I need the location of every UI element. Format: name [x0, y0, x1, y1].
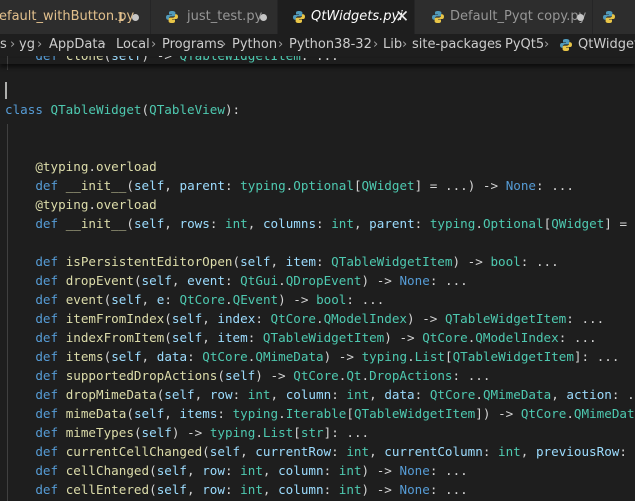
- code-line: def currentCellChanged(self, currentRow:…: [35, 444, 635, 459]
- breadcrumb-item[interactable]: Lib: [383, 34, 402, 56]
- problem-count-badge: 1: [117, 10, 125, 24]
- code-line: def mimeTypes(self) -> typing.List[str]:…: [35, 425, 370, 440]
- code-line: def event(self, e: QtCore.QEvent) -> boo…: [35, 292, 385, 307]
- python-file-icon: [432, 11, 444, 23]
- code-line: def isPersistentEditorOpen(self, item: Q…: [35, 254, 559, 269]
- chevron-right-icon: ›: [101, 37, 107, 52]
- code-line: def cellChanged(self, row: int, column: …: [35, 463, 468, 478]
- breadcrumb-item[interactable]: s: [0, 34, 7, 56]
- tab-overflow[interactable]: [593, 0, 635, 34]
- chevron-right-icon: ›: [544, 37, 550, 52]
- code-line: def __init__(self, parent: typing.Option…: [35, 178, 574, 193]
- breadcrumb-item[interactable]: AppData: [49, 34, 105, 56]
- breadcrumb-item[interactable]: yg: [19, 34, 35, 56]
- keyword-token: class: [5, 102, 43, 117]
- breadcrumb: s › yg › AppData › Local › Programs › Py…: [0, 34, 635, 56]
- code-line: def __init__(self, rows: int, columns: i…: [35, 216, 635, 231]
- breadcrumb-item[interactable]: Python: [232, 34, 277, 56]
- text-cursor: [5, 82, 7, 99]
- python-file-icon: [603, 11, 615, 23]
- chevron-right-icon: ›: [402, 37, 408, 52]
- modified-dot-icon[interactable]: [577, 14, 584, 21]
- code-line: def cellEntered(self, row: int, column: …: [35, 482, 468, 497]
- chevron-right-icon: ›: [221, 37, 227, 52]
- tab-default-with-button[interactable]: efault_withButton.py 1: [0, 0, 151, 34]
- code-line: @typing.overload: [35, 159, 157, 174]
- tab-label: QtWidgets.pyi: [311, 9, 403, 24]
- python-file-icon: [560, 39, 572, 51]
- code-line: def dropMimeData(self, row: int, column:…: [35, 387, 635, 402]
- tab-default-pyqt-copy[interactable]: Default_Pyqt copy.py: [415, 0, 593, 34]
- code-line: def mimeData(self, items: typing.Iterabl…: [35, 406, 635, 421]
- base-class-token: QTableView: [149, 102, 225, 117]
- breadcrumb-item[interactable]: Programs: [162, 34, 224, 56]
- breadcrumb-item[interactable]: Python38-32: [289, 34, 372, 56]
- breadcrumb-item[interactable]: Local: [116, 34, 150, 56]
- modified-dot-icon[interactable]: [132, 14, 139, 21]
- tab-label: efault_withButton.py: [0, 9, 135, 24]
- tab-label: Default_Pyqt copy.py: [450, 9, 587, 24]
- chevron-right-icon: ›: [494, 37, 500, 52]
- sticky-scroll-shadow: [0, 58, 635, 64]
- chevron-right-icon: ›: [151, 37, 157, 52]
- code-line: @typing.overload: [35, 197, 157, 212]
- tab-qtwidgets-pyi[interactable]: QtWidgets.pyi ✕: [278, 0, 415, 34]
- python-file-icon: [166, 11, 178, 23]
- code-line: def items(self, data: QtCore.QMimeData) …: [35, 349, 620, 364]
- code-line: def dropEvent(self, event: QtGui.QDropEv…: [35, 273, 468, 288]
- code-line: def itemFromIndex(self, index: QtCore.QM…: [35, 311, 605, 326]
- modified-dot-icon[interactable]: [260, 14, 267, 21]
- breadcrumb-item[interactable]: site-packages: [412, 34, 502, 56]
- editor-tab-bar: efault_withButton.py 1 just_test.py QtWi…: [0, 0, 635, 34]
- punct-token: ):: [224, 102, 241, 117]
- code-line: def supportedDropActions(self) -> QtCore…: [35, 368, 491, 383]
- chevron-right-icon: ›: [278, 37, 284, 52]
- class-name-token: QTableWidget: [50, 102, 142, 117]
- tab-label: just_test.py: [187, 9, 263, 24]
- code-line: def indexFromItem(self, item: QTableWidg…: [35, 330, 597, 345]
- chevron-right-icon: ›: [373, 37, 379, 52]
- tab-just-test[interactable]: just_test.py: [151, 0, 278, 34]
- breadcrumb-item[interactable]: QtWidgets.pyi: [578, 34, 635, 56]
- python-file-icon: [293, 11, 305, 23]
- code-line-class: class QTableWidget(QTableView):: [5, 102, 241, 117]
- breadcrumb-item[interactable]: PyQt5: [505, 34, 544, 56]
- code-editor[interactable]: def clone(self) -> QTableWidgetItem: ...…: [0, 56, 635, 501]
- chevron-right-icon: ›: [10, 37, 16, 52]
- chevron-right-icon: ›: [37, 37, 43, 52]
- close-icon[interactable]: ✕: [395, 0, 409, 34]
